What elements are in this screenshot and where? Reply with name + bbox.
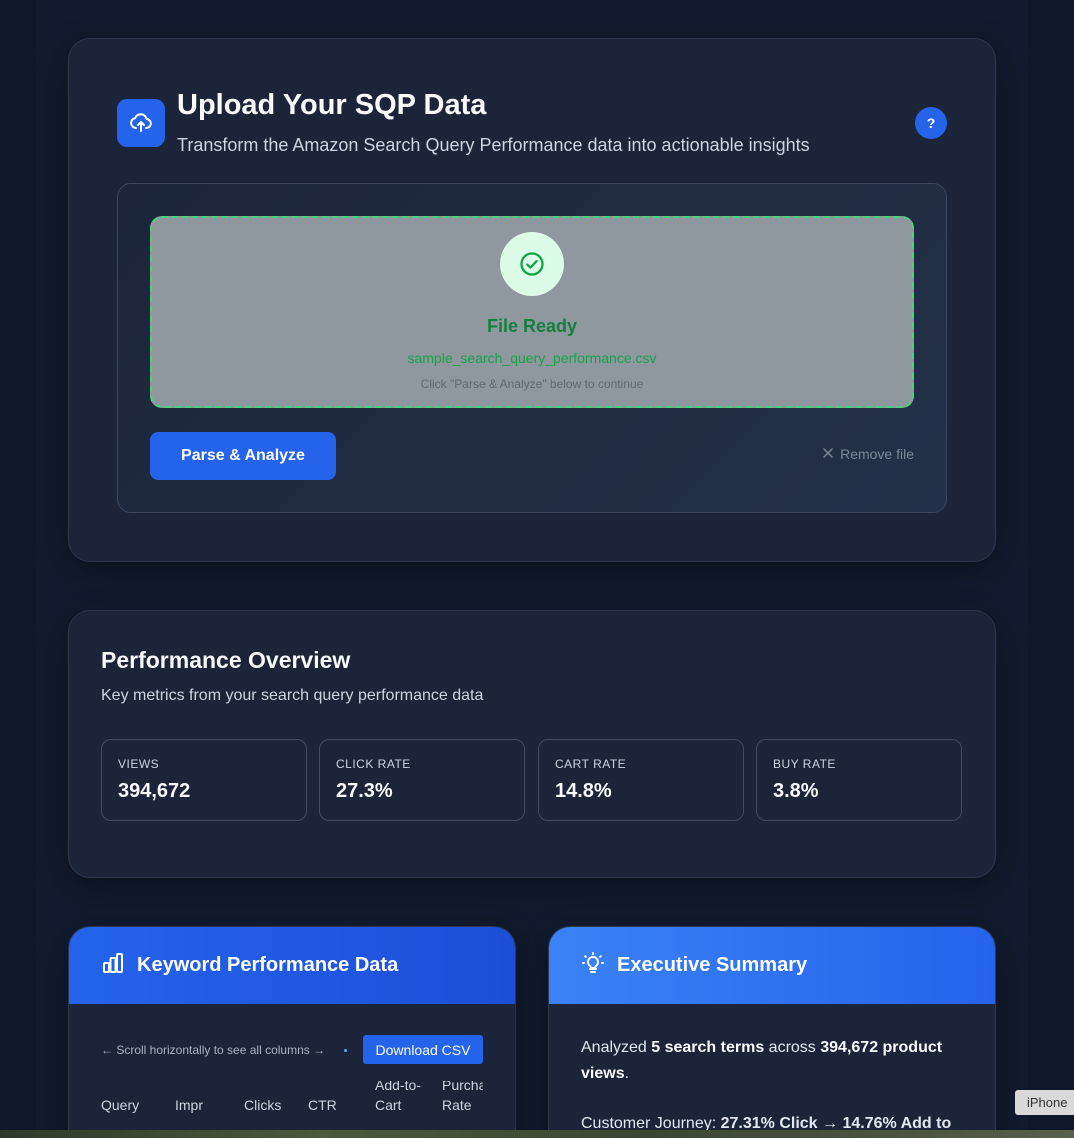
summary-text: Analyzed	[581, 1039, 652, 1056]
metric-buy-rate: BUY RATE 3.8%	[756, 739, 962, 821]
performance-title: Performance Overview	[101, 647, 351, 673]
performance-subtitle: Key metrics from your search query perfo…	[101, 687, 484, 704]
executive-card-header: Executive Summary	[549, 927, 995, 1004]
background-strip	[0, 1130, 1074, 1138]
column-header-clicks[interactable]: Clicks	[244, 1095, 281, 1115]
metric-value: 14.8%	[555, 780, 612, 802]
lightbulb-icon	[581, 951, 605, 980]
close-icon	[822, 446, 834, 462]
executive-summary-card: Executive Summary Analyzed 5 search term…	[548, 926, 996, 1138]
keyword-performance-card: Keyword Performance Data ← Scroll horizo…	[68, 926, 516, 1138]
summary-term-count: 5 search terms	[651, 1039, 765, 1056]
column-header-impr[interactable]: Impr	[175, 1095, 203, 1115]
column-header-query[interactable]: Query	[101, 1095, 139, 1115]
keyword-card-header: Keyword Performance Data	[69, 927, 515, 1004]
metric-value: 394,672	[118, 780, 191, 802]
file-dropzone[interactable]: File Ready sample_search_query_performan…	[150, 216, 914, 408]
file-hint: Click "Parse & Analyze" below to continu…	[420, 377, 644, 391]
check-circle-icon	[500, 232, 564, 296]
column-header-ctr[interactable]: CTR	[308, 1095, 337, 1115]
file-status: File Ready	[486, 316, 578, 336]
table-header: Query Impr Clicks CTR Add-to-Cart Purcha…	[101, 1081, 483, 1131]
summary-analysis-text: Analyzed 5 search terms across 394,672 p…	[581, 1035, 971, 1087]
upload-title: Upload Your SQP Data	[177, 89, 487, 121]
metric-value: 27.3%	[336, 780, 393, 802]
metric-label: BUY RATE	[773, 757, 836, 771]
bar-chart-icon	[101, 951, 125, 980]
metric-label: VIEWS	[118, 757, 160, 771]
metric-value: 3.8%	[773, 780, 819, 802]
metric-label: CLICK RATE	[336, 757, 411, 771]
device-label: iPhone	[1015, 1090, 1074, 1115]
remove-file-label: Remove file	[840, 446, 914, 462]
performance-overview-card: Performance Overview Key metrics from yo…	[68, 610, 996, 878]
upload-card: Upload Your SQP Data Transform the Amazo…	[68, 38, 996, 562]
metric-views: VIEWS 394,672	[101, 739, 307, 821]
help-button[interactable]: ?	[915, 107, 947, 139]
column-header-purchase-rate[interactable]: Purchase Rate	[442, 1081, 483, 1115]
metric-cart-rate: CART RATE 14.8%	[538, 739, 744, 821]
summary-text: across	[764, 1039, 821, 1056]
metric-label: CART RATE	[555, 757, 627, 771]
cloud-upload-icon	[117, 99, 165, 147]
remove-file-button[interactable]: Remove file	[822, 446, 914, 462]
scroll-hint: ← Scroll horizontally to see all columns…	[101, 1043, 326, 1057]
scroll-indicator	[344, 1049, 347, 1052]
upload-panel: File Ready sample_search_query_performan…	[117, 183, 947, 513]
download-csv-button[interactable]: Download CSV	[363, 1035, 483, 1064]
upload-subtitle: Transform the Amazon Search Query Perfor…	[177, 135, 810, 155]
summary-text: .	[624, 1065, 630, 1082]
column-header-add-to-cart[interactable]: Add-to-Cart	[375, 1081, 431, 1115]
parse-analyze-button[interactable]: Parse & Analyze	[150, 432, 336, 480]
metric-click-rate: CLICK RATE 27.3%	[319, 739, 525, 821]
file-name: sample_search_query_performance.csv	[407, 350, 657, 366]
executive-card-title: Executive Summary	[617, 954, 808, 976]
metrics-grid: VIEWS 394,672 CLICK RATE 27.3% CART RATE…	[101, 739, 963, 821]
keyword-card-title: Keyword Performance Data	[137, 954, 399, 976]
